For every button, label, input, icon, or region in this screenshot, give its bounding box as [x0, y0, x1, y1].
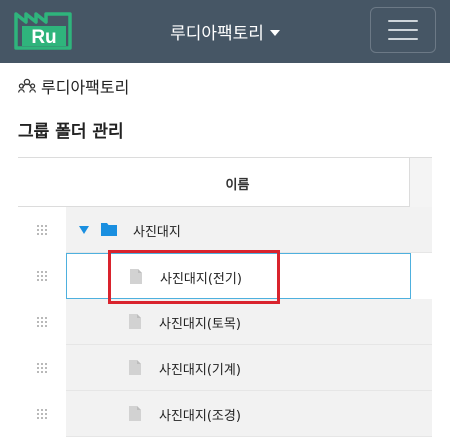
column-header-extra	[410, 158, 432, 208]
folder-name: 사진대지	[133, 224, 181, 240]
file-name: 사진대지(조경)	[159, 408, 241, 424]
drag-handle[interactable]	[18, 299, 66, 345]
file-cell[interactable]: 사진대지(기계)	[66, 345, 432, 391]
document-icon	[129, 406, 141, 421]
page-title: 그룹 폴더 관리	[18, 122, 124, 142]
project-name: 루디아팩토리	[41, 78, 130, 97]
file-cell[interactable]: 사진대지(조경)	[66, 391, 432, 437]
annotation-highlight-box	[108, 250, 280, 304]
caret-down-icon	[269, 29, 280, 36]
file-name: 사진대지(토목)	[159, 316, 241, 332]
drag-handle-icon	[37, 363, 47, 373]
table-row[interactable]: 사진대지	[18, 207, 432, 253]
hamburger-line	[388, 20, 418, 22]
users-icon	[18, 78, 36, 93]
drag-handle-icon	[37, 409, 47, 419]
drag-handle-icon	[37, 317, 47, 327]
table-row[interactable]: 사진대지(조경)	[18, 391, 432, 437]
hamburger-line	[388, 38, 418, 40]
table-header: 이름	[18, 157, 432, 208]
column-header-name[interactable]: 이름	[66, 158, 409, 208]
file-name: 사진대지(기계)	[159, 362, 241, 378]
drag-handle[interactable]	[18, 345, 66, 391]
drag-handle[interactable]	[18, 207, 66, 253]
drag-handle-icon	[37, 225, 47, 235]
folder-icon	[101, 223, 117, 236]
top-navbar: Ru 루디아팩토리	[0, 0, 450, 63]
project-selector-label: 루디아팩토리	[170, 24, 264, 44]
drag-handle[interactable]	[18, 253, 66, 299]
table-row[interactable]: 사진대지(토목)	[18, 299, 432, 345]
hamburger-menu-button[interactable]	[370, 7, 436, 53]
hamburger-line	[388, 29, 418, 31]
document-icon	[129, 360, 141, 375]
project-breadcrumb: 루디아팩토리	[18, 72, 129, 100]
table-row[interactable]: 사진대지(기계)	[18, 345, 432, 391]
file-cell[interactable]: 사진대지(토목)	[66, 299, 432, 345]
expand-toggle-icon[interactable]	[79, 226, 89, 234]
drag-handle[interactable]	[18, 391, 66, 437]
document-icon	[129, 314, 141, 329]
drag-handle-icon	[37, 271, 47, 281]
folder-cell[interactable]: 사진대지	[66, 207, 432, 253]
